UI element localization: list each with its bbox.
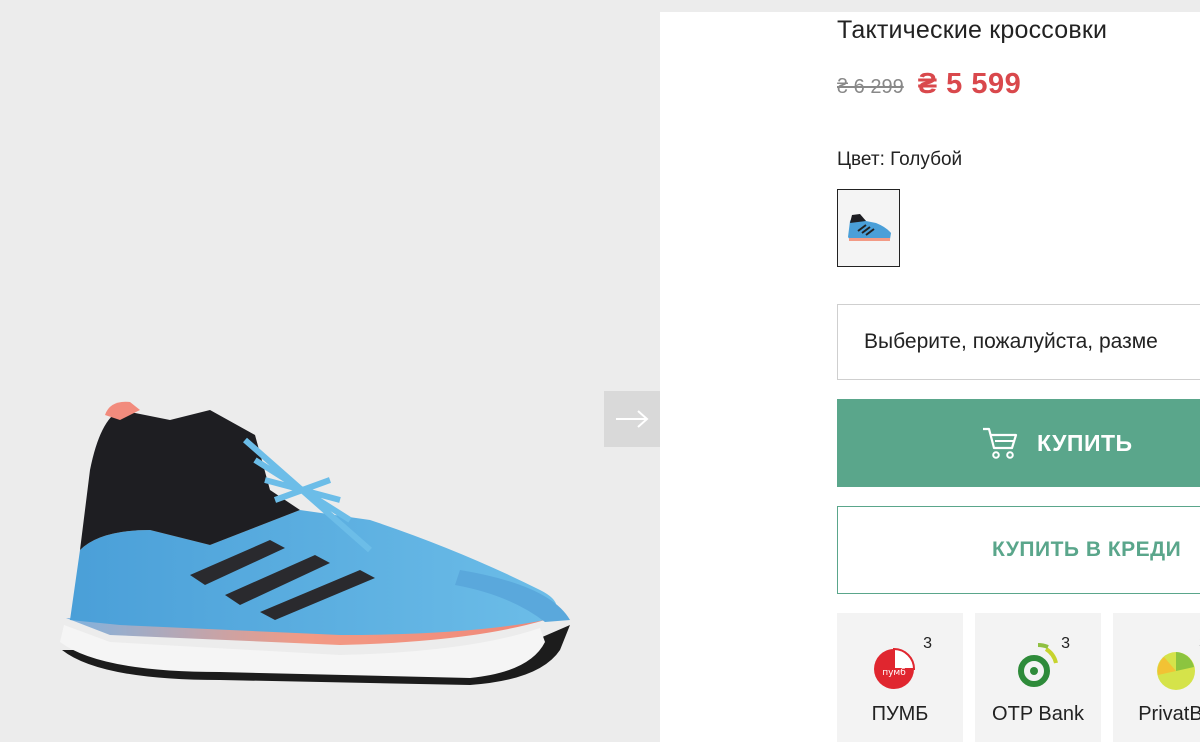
installments-count: 3 bbox=[1061, 635, 1070, 652]
color-swatch-blue[interactable] bbox=[837, 189, 900, 267]
bank-name: ПУМБ bbox=[871, 703, 929, 725]
gallery-next-button[interactable] bbox=[604, 391, 660, 447]
product-image-shoe bbox=[60, 401, 570, 685]
product-page: Тактические кроссовки ₴ 6 299 ₴ 5 599 Цв… bbox=[0, 0, 1200, 742]
credit-button-label: КУПИТЬ В КРЕДИ bbox=[992, 538, 1182, 561]
buy-button[interactable]: КУПИТЬ bbox=[837, 399, 1200, 487]
old-price: ₴ 6 299 bbox=[837, 76, 904, 98]
buy-button-label: КУПИТЬ bbox=[1037, 429, 1133, 456]
cart-icon bbox=[983, 427, 1018, 459]
sale-price: ₴ 5 599 bbox=[917, 68, 1022, 100]
size-select-placeholder: Выберите, пожалуйста, разме bbox=[864, 330, 1158, 353]
color-label: Цвет: Голубой bbox=[837, 149, 963, 170]
bank-name: PrivatBa bbox=[1138, 703, 1200, 725]
otp-bank-logo-icon bbox=[1018, 643, 1058, 687]
product-gallery bbox=[0, 0, 660, 742]
top-strip bbox=[660, 0, 1200, 12]
shoe-thumbnail-icon bbox=[847, 214, 891, 241]
product-title: Тактические кроссовки bbox=[837, 16, 1108, 44]
bank-card-privatbank[interactable]: 3 PrivatBa bbox=[1113, 613, 1200, 742]
bank-card-otp[interactable]: 3 OTP Bank bbox=[975, 613, 1101, 742]
arrow-right-icon bbox=[616, 410, 649, 428]
privatbank-logo-icon bbox=[1157, 652, 1195, 690]
bank-card-pumb[interactable]: пумб 3 ПУМБ bbox=[837, 613, 963, 742]
price-row: ₴ 6 299 ₴ 5 599 bbox=[837, 68, 1021, 101]
buy-on-credit-button[interactable]: КУПИТЬ В КРЕДИ bbox=[837, 506, 1200, 594]
pumb-logo-icon: пумб bbox=[874, 647, 916, 689]
size-select[interactable]: Выберите, пожалуйста, разме bbox=[837, 304, 1200, 380]
installments-count: 3 bbox=[923, 635, 932, 652]
bank-name: OTP Bank bbox=[992, 703, 1084, 725]
svg-text:пумб: пумб bbox=[882, 668, 906, 678]
